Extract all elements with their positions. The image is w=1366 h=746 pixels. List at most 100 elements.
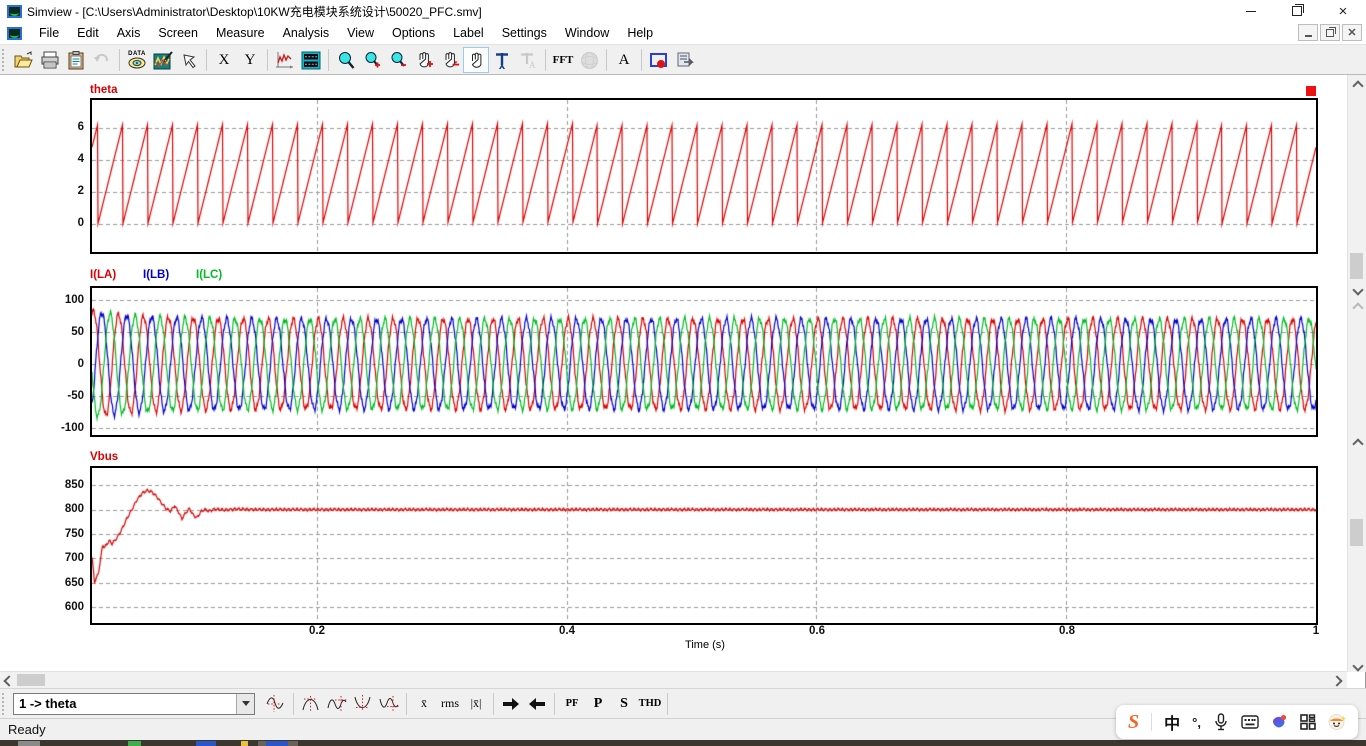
prev-page-button[interactable] xyxy=(524,692,550,716)
view-data-button[interactable]: DATA xyxy=(124,47,150,73)
skin-button[interactable] xyxy=(1271,714,1288,731)
close-button[interactable]: × xyxy=(1320,0,1366,22)
menu-settings[interactable]: Settings xyxy=(493,24,556,42)
chinese-mode-button[interactable]: 中 xyxy=(1164,710,1180,734)
copy-screen-button[interactable] xyxy=(672,47,698,73)
average-abs-button[interactable]: |x̄| xyxy=(463,692,489,716)
zoom-button[interactable] xyxy=(333,47,359,73)
scroll-screen-up-button[interactable] xyxy=(411,47,437,73)
scroll-down-button-2[interactable] xyxy=(1351,659,1364,672)
microphone-button[interactable] xyxy=(1213,713,1229,731)
apparent-power-button[interactable]: S xyxy=(611,692,637,716)
scroll-right-button[interactable] xyxy=(1328,673,1345,688)
ytick: 0 xyxy=(50,215,84,231)
curve-label-vbus[interactable]: Vbus xyxy=(90,451,118,463)
rms-button[interactable]: rms xyxy=(437,692,463,716)
text-label-button[interactable]: A xyxy=(611,47,637,73)
document-icon[interactable] xyxy=(7,27,22,40)
scroll-up-button[interactable] xyxy=(1351,79,1364,92)
x-axis-button[interactable]: X xyxy=(211,47,237,73)
chevron-right-icon xyxy=(1331,675,1342,686)
print-button[interactable] xyxy=(37,47,63,73)
scroll-up-disabled-button xyxy=(1351,301,1364,314)
y-axis-button[interactable]: Y xyxy=(237,47,263,73)
curve-label-ila[interactable]: I(LA) xyxy=(90,269,116,281)
curve-label-ilc[interactable]: I(LC) xyxy=(196,269,222,281)
menu-file[interactable]: File xyxy=(30,24,68,42)
restore-button[interactable] xyxy=(1274,0,1320,22)
zoom-out-button[interactable] xyxy=(385,47,411,73)
measurebar-gripper[interactable] xyxy=(2,693,8,715)
local-max-button[interactable] xyxy=(298,692,324,716)
fft-button[interactable]: FFT xyxy=(550,47,576,73)
vbus-plot[interactable] xyxy=(90,466,1318,625)
currents-canvas[interactable] xyxy=(92,288,1316,431)
menu-options[interactable]: Options xyxy=(383,24,444,42)
measure-label-icon: A xyxy=(518,51,538,70)
measure-cursor-button[interactable] xyxy=(263,692,289,716)
taskbar-item xyxy=(18,741,40,746)
average-button[interactable]: x̄ xyxy=(411,692,437,716)
snapshot-button[interactable] xyxy=(646,47,672,73)
vertical-scrollbar[interactable] xyxy=(1347,75,1366,672)
add-curve-button[interactable] xyxy=(150,47,176,73)
soft-keyboard-button[interactable] xyxy=(1241,715,1259,729)
measure-button[interactable] xyxy=(489,47,515,73)
thd-button[interactable]: THD xyxy=(637,692,663,716)
pointer-button[interactable] xyxy=(176,47,202,73)
horizontal-scrollbar[interactable] xyxy=(0,671,1347,688)
menu-help[interactable]: Help xyxy=(618,24,662,42)
menu-edit[interactable]: Edit xyxy=(68,24,108,42)
child-restore-button[interactable] xyxy=(1320,24,1340,41)
screens-button[interactable] xyxy=(298,47,324,73)
child-minimize-button[interactable] xyxy=(1298,24,1318,41)
copy-screen-icon xyxy=(675,51,695,70)
sogou-logo[interactable]: S xyxy=(1128,711,1139,734)
currents-plot[interactable] xyxy=(90,286,1318,437)
scroll-left-button[interactable] xyxy=(0,673,17,688)
menu-window[interactable]: Window xyxy=(556,24,618,42)
open-button[interactable] xyxy=(11,47,37,73)
apps-grid-icon xyxy=(1300,714,1316,730)
ytick: -50 xyxy=(50,388,84,404)
curve-select[interactable]: 1 -> theta xyxy=(13,693,255,715)
apps-grid-button[interactable] xyxy=(1300,714,1316,730)
theta-canvas[interactable] xyxy=(92,100,1316,252)
scrollbar-thumb-2[interactable] xyxy=(1350,519,1363,546)
curve-label-ilb[interactable]: I(LB) xyxy=(143,269,169,281)
emoji-button[interactable] xyxy=(1328,713,1346,731)
text-icon: A xyxy=(619,52,630,69)
local-min-button[interactable] xyxy=(350,692,376,716)
theta-plot[interactable] xyxy=(90,98,1318,254)
menu-screen[interactable]: Screen xyxy=(149,24,207,42)
paste-button[interactable] xyxy=(63,47,89,73)
child-close-button[interactable]: ✕ xyxy=(1342,24,1362,41)
scroll-up-button-2[interactable] xyxy=(1351,437,1364,450)
next-page-button[interactable] xyxy=(498,692,524,716)
svg-text:A: A xyxy=(529,60,536,70)
next-max-button[interactable] xyxy=(324,692,350,716)
curve-label-theta[interactable]: theta xyxy=(90,84,117,96)
redraw-button[interactable] xyxy=(272,47,298,73)
next-min-button[interactable] xyxy=(376,692,402,716)
real-power-button[interactable]: P xyxy=(585,692,611,716)
pan-button[interactable] xyxy=(463,47,489,73)
menu-label[interactable]: Label xyxy=(444,24,493,42)
minimize-button[interactable] xyxy=(1228,0,1274,22)
scroll-screen-down-button[interactable] xyxy=(437,47,463,73)
screens-icon xyxy=(301,51,321,70)
prev-page-arrow-icon xyxy=(527,697,547,711)
menu-axis[interactable]: Axis xyxy=(108,24,150,42)
hscrollbar-thumb[interactable] xyxy=(17,674,45,686)
power-factor-button[interactable]: PF xyxy=(559,692,585,716)
scroll-down-button[interactable] xyxy=(1351,283,1364,296)
curve-select-dropdown-button[interactable] xyxy=(236,694,254,714)
toolbar-gripper[interactable] xyxy=(2,49,8,71)
zoom-in-button[interactable] xyxy=(359,47,385,73)
scrollbar-thumb[interactable] xyxy=(1350,253,1363,279)
menu-analysis[interactable]: Analysis xyxy=(274,24,339,42)
punctuation-button[interactable]: °, xyxy=(1192,715,1201,730)
menu-view[interactable]: View xyxy=(338,24,383,42)
menu-measure[interactable]: Measure xyxy=(207,24,274,42)
vbus-canvas[interactable] xyxy=(92,468,1316,619)
